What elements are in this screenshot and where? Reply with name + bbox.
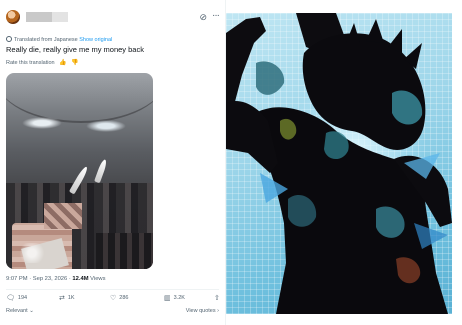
tweet-meta: 9:07 PM · Sep 23, 2026 · 12.4M Views <box>6 276 106 282</box>
arena-roof <box>6 73 153 123</box>
author-name-redacted[interactable] <box>26 12 52 22</box>
author-handle-redacted <box>52 12 68 22</box>
views-action-count: 3.2K <box>173 295 185 301</box>
tweet-actions: 🗨 194 ⇄ 1K ♡ 286 ▥ 3.2K ⇧ <box>6 294 220 304</box>
show-original-link[interactable]: Show original <box>79 37 112 43</box>
retweet-icon: ⇄ <box>59 295 65 302</box>
grok-icon[interactable]: ⊘ <box>199 12 207 23</box>
tweet-header: ⊘ ··· <box>6 10 220 28</box>
sort-dropdown[interactable]: Relevant ⌄ <box>6 308 34 314</box>
view-quotes-link[interactable]: View quotes › <box>186 308 219 314</box>
like-count: 286 <box>119 295 129 301</box>
chevron-down-icon: ⌄ <box>29 308 34 314</box>
tweet-text: Really die, really give me my money back <box>6 45 144 54</box>
rate-label: Rate this translation <box>6 60 55 66</box>
retweet-count: 1K <box>67 295 75 301</box>
chevron-right-icon: › <box>217 308 219 314</box>
retweet-button[interactable]: ⇄ 1K <box>59 294 75 302</box>
bar-chart-icon: ▥ <box>164 295 171 302</box>
divider <box>6 289 219 290</box>
globe-icon <box>6 36 12 42</box>
tweet-card: ⊘ ··· Translated from Japanese Show orig… <box>0 0 226 325</box>
performer-photo <box>226 13 452 314</box>
crowd-heads <box>96 233 153 269</box>
reply-button[interactable]: 🗨 194 <box>6 294 27 302</box>
like-button[interactable]: ♡ 286 <box>110 294 128 302</box>
translated-label: Translated from Japanese <box>14 37 78 43</box>
pixelated-face <box>44 203 82 229</box>
reply-icon: 🗨 <box>6 295 15 302</box>
sparkle <box>14 243 50 263</box>
translation-notice: Translated from Japanese Show original <box>6 36 112 43</box>
views-button[interactable]: ▥ 3.2K <box>164 294 185 302</box>
performer-silhouette <box>226 13 452 314</box>
tweet-time[interactable]: 9:07 PM <box>6 276 28 282</box>
tweet-date[interactable]: Sep 23, 2026 <box>33 276 68 282</box>
claw-nail <box>94 158 108 184</box>
more-icon[interactable]: ··· <box>212 10 220 21</box>
rate-translation: Rate this translation 👍 👎 <box>6 59 79 66</box>
heart-icon: ♡ <box>110 295 117 302</box>
share-button[interactable]: ⇧ <box>214 294 223 302</box>
share-icon: ⇧ <box>214 295 220 302</box>
stage-light <box>86 120 126 132</box>
thumbs-up-icon[interactable]: 👍 <box>59 59 66 66</box>
views-label: Views <box>90 276 106 282</box>
views-count: 12.4M <box>72 276 89 282</box>
view-quotes-label: View quotes <box>185 308 216 314</box>
tweet-media-image[interactable] <box>6 73 153 269</box>
sort-label: Relevant <box>6 308 28 314</box>
thumbs-down-icon[interactable]: 👎 <box>71 59 78 66</box>
stage-light <box>22 117 62 129</box>
avatar-icon[interactable] <box>6 10 20 24</box>
reply-count: 194 <box>17 295 28 301</box>
